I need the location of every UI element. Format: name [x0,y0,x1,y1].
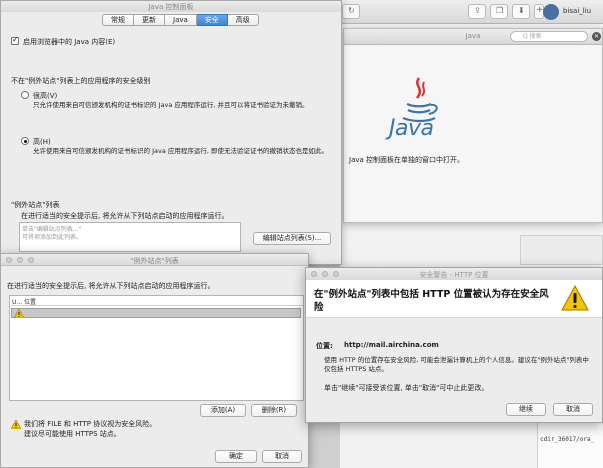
very-high-label: 很高(V) [33,92,58,100]
clear-search-icon[interactable]: ✕ [592,32,601,41]
dialog-title: "例外站点"列表 [130,257,179,265]
avatar [543,4,559,20]
enable-java-checkbox[interactable] [11,35,19,45]
warning-line-1: 我们将 FILE 和 HTTP 协议视为安全风险。 [24,420,157,428]
user-name: bisai_liu [563,7,592,15]
reload-button[interactable]: ↻ [342,4,360,19]
tabs-overview-button[interactable]: ❐ [490,4,508,19]
cancel-button[interactable]: 取消 [262,450,302,463]
alert-body: 使用 HTTP 的位置存在安全风险, 可能会泄漏计算机上的个人信息。建议在"例外… [324,356,589,373]
exception-site-list[interactable]: 单击"编辑站点列表..." 可将项添加到此列表。 [19,222,241,252]
edit-site-list-button[interactable]: 编辑站点列表(S)... [253,232,331,245]
dialog-description: 在进行适当的安全提示后, 将允许从下列站点启动的应用程序运行。 [7,282,215,290]
title-bar: Java Q 搜索 ✕ [344,29,602,45]
very-high-radio[interactable] [21,91,29,99]
java-logo-text: Java [389,116,434,141]
very-high-description: 只允许使用来自可信颁发机构的证书标识的 Java 应用程序运行, 并且可以将证书… [33,101,309,109]
title-bar: 安全警告 - HTTP 位置 [306,268,602,280]
terminal-text: cdir_36017/ora_ [540,436,595,443]
high-radio[interactable] [21,137,29,145]
cancel-button[interactable]: 取消 [553,403,593,416]
share-icon: ⇪ [474,6,481,15]
table-row[interactable] [11,308,301,318]
ok-button[interactable]: 确定 [215,450,257,463]
alert-hint: 单击"继续"可接受该位置, 单击"取消"可中止此更改。 [324,384,489,392]
tab-update[interactable]: 更新 [134,14,165,26]
warning-icon [14,309,24,318]
column-header-location: U... 位置 [12,299,37,306]
alert-heading: 在"例外站点"列表中包括 HTTP 位置被认为存在安全风险 [314,289,549,313]
high-label: 高(H) [33,138,51,146]
dialog-title: 安全警告 - HTTP 位置 [419,271,489,279]
exception-list-heading: "例外站点"列表 [11,201,60,209]
add-button[interactable]: 添加(A) [200,404,246,417]
terminal-window: cdir_36017/ora_ [537,416,603,468]
exception-list-description: 在进行适当的安全提示后, 将允许从下列站点启动的应用程序运行。 [21,212,229,220]
security-warning-icon [11,420,21,429]
java-about-window: Java Q 搜索 ✕ [343,28,603,223]
alert-header: 在"例外站点"列表中包括 HTTP 位置被认为存在安全风险 [306,280,602,318]
warning-line-2: 建议尽可能使用 HTTPS 站点。 [24,430,121,438]
background-window [520,235,603,265]
title-bar: "例外站点"列表 [1,254,308,266]
warning-icon [561,285,589,311]
tab-java[interactable]: Java [165,14,197,26]
about-message: Java 控制面板在单独的窗口中打开。 [349,156,465,164]
window-title: Java 控制面板 [148,3,194,11]
title-bar: Java 控制面板 [1,1,341,12]
list-placeholder-2: 可将项添加到此列表。 [22,234,83,241]
location-value: http://mail.airchina.com [344,341,439,349]
enable-java-label: 启用浏览器中的 Java 内容(E) [23,38,116,46]
search-input[interactable]: Q 搜索 [510,31,588,42]
java-control-panel-window: Java 控制面板 常规 更新 Java 安全 高级 启用浏览器中的 Java … [0,0,342,265]
high-description: 允许使用来自可信颁发机构的证书标识的 Java 应用程序运行, 即使无法验证证书… [33,147,328,155]
share-button[interactable]: ⇪ [468,4,486,19]
download-icon: ⬇ [518,6,525,15]
continue-button[interactable]: 继续 [506,403,546,416]
user-account[interactable]: bisai_liu [543,4,603,20]
tabs-icon: ❐ [496,6,504,15]
downloads-button[interactable]: ⬇ [512,4,530,19]
exception-site-list-dialog: "例外站点"列表 在进行适当的安全提示后, 将允许从下列站点启动的应用程序运行。… [0,253,309,468]
security-warning-dialog: 安全警告 - HTTP 位置 在"例外站点"列表中包括 HTTP 位置被认为存在… [305,267,603,423]
tab-bar: 常规 更新 Java 安全 高级 [102,14,259,26]
table-header: U... 位置 [11,296,303,306]
security-level-heading: 不在"例外站点"列表上的应用程序的安全级别 [11,77,151,85]
remove-button[interactable]: 删除(R) [251,404,297,417]
tab-advanced[interactable]: 高级 [227,14,259,26]
tab-security[interactable]: 安全 [196,14,228,26]
location-label: 位置: [316,342,333,350]
tab-general[interactable]: 常规 [102,14,134,26]
reload-icon: ↻ [348,6,355,15]
